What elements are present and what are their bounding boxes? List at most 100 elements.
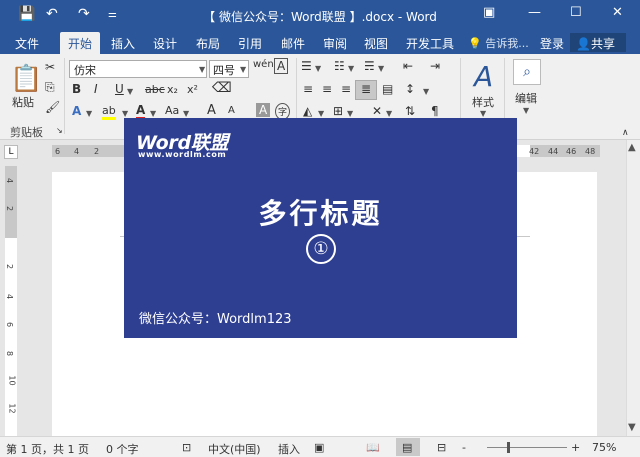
ruler-tick: 4	[5, 177, 15, 184]
chevron-down-icon[interactable]: ▼	[240, 65, 246, 74]
underline-button[interactable]: U	[115, 82, 124, 96]
chevron-down-icon[interactable]: ▼	[386, 109, 392, 118]
tab-design[interactable]: 设计	[153, 35, 177, 52]
styles-label[interactable]: 样式	[472, 94, 494, 110]
grow-font-button[interactable]: A	[207, 103, 216, 118]
close-icon[interactable]: ✕	[612, 5, 623, 20]
strikethrough-button[interactable]: abc	[145, 83, 165, 96]
minimize-icon[interactable]: —	[528, 5, 541, 20]
chevron-down-icon[interactable]: ▼	[523, 106, 529, 115]
chevron-down-icon[interactable]: ▼	[86, 109, 92, 118]
editing-label[interactable]: 编辑	[515, 90, 537, 106]
chevron-down-icon[interactable]: ▼	[347, 109, 353, 118]
tab-references[interactable]: 引用	[238, 35, 262, 52]
title-banner-image: Word联盟 www.wordlm.com 多行标题 ① 微信公众号：Wordl…	[124, 118, 517, 338]
tab-review[interactable]: 审阅	[323, 35, 347, 52]
char-border-icon[interactable]: A	[274, 58, 289, 74]
chevron-down-icon[interactable]: ▼	[480, 109, 486, 118]
tab-home[interactable]: 开始	[60, 32, 101, 54]
decrease-indent-icon[interactable]: ⇤	[403, 59, 413, 73]
numbering-icon[interactable]: ☷	[334, 59, 345, 73]
chevron-down-icon[interactable]: ▼	[315, 64, 321, 73]
macro-record-icon[interactable]: ▣	[314, 441, 324, 454]
web-layout-icon[interactable]: ⊟	[437, 441, 446, 454]
cut-icon[interactable]: ✂	[45, 60, 55, 74]
share-button[interactable]: 👤共享	[570, 33, 626, 52]
char-shading-button[interactable]: A	[256, 103, 271, 117]
logo-website: www.wordlm.com	[138, 150, 227, 159]
subscript-button[interactable]: x₂	[167, 83, 178, 96]
insert-mode[interactable]: 插入	[278, 441, 300, 457]
login-link[interactable]: 登录	[540, 35, 564, 52]
sort-icon[interactable]: ⇅	[405, 104, 415, 118]
borders-icon[interactable]: ⊞	[333, 104, 343, 118]
tell-me-box[interactable]: 💡 告诉我...	[468, 35, 529, 51]
shading-icon[interactable]: ◭	[303, 104, 312, 118]
shrink-font-button[interactable]: A	[228, 105, 235, 116]
distributed-icon[interactable]: ▤	[382, 82, 393, 96]
search-icon[interactable]: ⌕	[513, 59, 541, 85]
chevron-down-icon[interactable]: ▼	[199, 65, 205, 74]
bold-button[interactable]: B	[72, 82, 81, 96]
word-count[interactable]: 0 个字	[106, 441, 139, 457]
clear-format-icon[interactable]: ⌫	[212, 80, 232, 96]
ruler-tick: 44	[548, 147, 559, 156]
format-painter-icon[interactable]: 🖌	[45, 100, 60, 114]
chevron-down-icon[interactable]: ▼	[378, 64, 384, 73]
clipboard-launcher-icon[interactable]: ↘	[56, 126, 63, 135]
text-effect-button[interactable]: A	[72, 104, 81, 118]
font-name-select[interactable]: 仿宋	[69, 60, 207, 78]
line-spacing-icon[interactable]: ↕	[405, 82, 415, 96]
ribbon-tabs: 文件 开始 插入 设计 布局 引用 邮件 审阅 视图 开发工具 💡 告诉我...…	[0, 30, 640, 54]
highlight-button[interactable]: ab	[102, 104, 116, 120]
chevron-down-icon[interactable]: ▼	[348, 64, 354, 73]
print-layout-icon[interactable]: ▤	[402, 441, 412, 454]
bullets-icon[interactable]: ☰	[301, 59, 312, 73]
chinese-layout-icon[interactable]: ✕	[372, 104, 382, 118]
chevron-down-icon[interactable]: ▼	[122, 109, 128, 118]
multilevel-list-icon[interactable]: ☴	[364, 59, 375, 73]
vertical-ruler[interactable]: 4 2 2 4 6 8 10 12	[5, 166, 17, 436]
vertical-scrollbar[interactable]: ▲ ▼	[626, 140, 640, 436]
scroll-up-icon[interactable]: ▲	[628, 142, 636, 153]
zoom-slider-thumb[interactable]	[507, 442, 510, 453]
chevron-down-icon[interactable]: ▼	[183, 109, 189, 118]
copy-icon[interactable]: ⎘	[45, 80, 55, 95]
tab-file[interactable]: 文件	[15, 35, 39, 52]
justify-icon[interactable]: ≣	[361, 82, 371, 96]
align-right-icon[interactable]: ≡	[341, 82, 351, 96]
show-marks-icon[interactable]: ¶	[431, 104, 439, 118]
scroll-down-icon[interactable]: ▼	[628, 422, 636, 433]
tab-view[interactable]: 视图	[364, 35, 388, 52]
tab-selector[interactable]: L	[4, 145, 18, 159]
chevron-down-icon[interactable]: ▼	[423, 87, 429, 96]
zoom-slider[interactable]	[487, 447, 567, 448]
paste-icon[interactable]: 📋	[10, 64, 42, 94]
increase-indent-icon[interactable]: ⇥	[430, 59, 440, 73]
chevron-down-icon[interactable]: ▼	[150, 109, 156, 118]
page-count[interactable]: 第 1 页，共 1 页	[6, 441, 89, 457]
tab-insert[interactable]: 插入	[111, 35, 135, 52]
chevron-down-icon[interactable]: ▼	[318, 109, 324, 118]
maximize-icon[interactable]: ☐	[570, 5, 582, 20]
tab-layout[interactable]: 布局	[196, 35, 220, 52]
ribbon-display-icon[interactable]: ▣	[483, 5, 495, 20]
zoom-in-button[interactable]: +	[571, 441, 580, 454]
chevron-down-icon[interactable]: ▼	[127, 87, 133, 96]
zoom-out-button[interactable]: -	[462, 441, 466, 454]
align-center-icon[interactable]: ≡	[322, 82, 332, 96]
zoom-level[interactable]: 75%	[592, 441, 616, 454]
collapse-ribbon-icon[interactable]: ∧	[622, 128, 629, 138]
superscript-button[interactable]: x²	[187, 83, 198, 96]
phonetic-guide-icon[interactable]: wén	[253, 59, 274, 70]
styles-icon[interactable]: A	[474, 60, 493, 93]
align-left-icon[interactable]: ≡	[303, 82, 313, 96]
paste-label[interactable]: 粘贴	[12, 94, 34, 110]
tab-developer[interactable]: 开发工具	[406, 35, 454, 52]
italic-button[interactable]: I	[94, 82, 98, 96]
tab-mailings[interactable]: 邮件	[281, 35, 305, 52]
change-case-button[interactable]: Aa	[165, 104, 179, 117]
language-status[interactable]: 中文(中国)	[208, 441, 261, 457]
read-mode-icon[interactable]: 📖	[366, 441, 380, 454]
proofing-icon[interactable]: ⊡	[182, 441, 191, 454]
